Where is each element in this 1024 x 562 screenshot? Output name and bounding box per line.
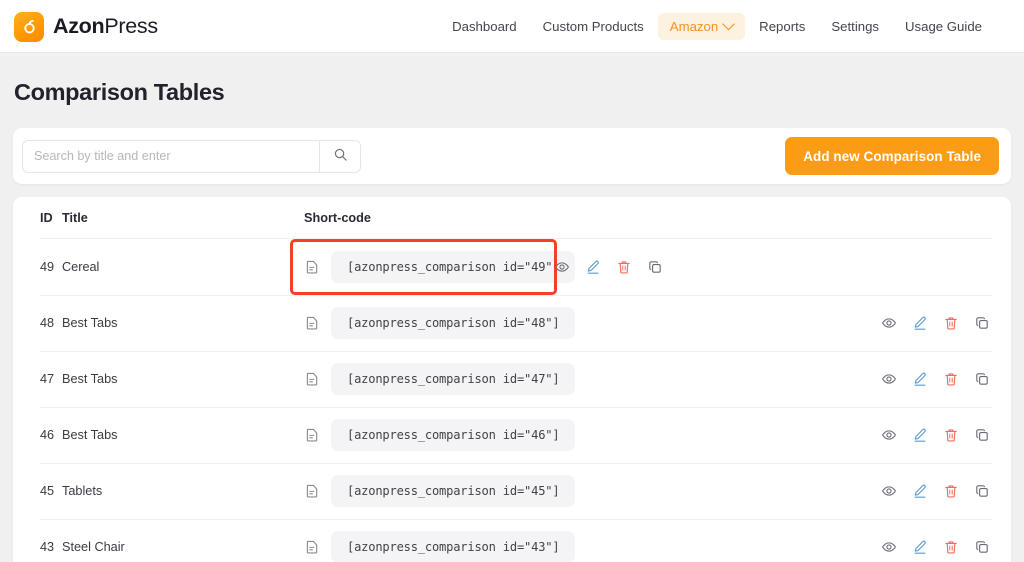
row-shortcode[interactable]: [azonpress_comparison id="48"] bbox=[331, 307, 576, 339]
edit-pencil-icon[interactable] bbox=[912, 371, 928, 387]
row-title: Best Tabs bbox=[62, 372, 118, 386]
row-actions bbox=[881, 371, 993, 387]
search-box bbox=[22, 139, 361, 173]
edit-pencil-icon[interactable] bbox=[912, 539, 928, 555]
copy-document-icon[interactable] bbox=[304, 315, 320, 331]
row-shortcode-cell: [azonpress_comparison id="48"] bbox=[304, 307, 881, 339]
table-row-43[interactable]: 43 Steel Chair [azonpress_comparison id=… bbox=[13, 519, 1011, 562]
column-header-shortcode: Short-code bbox=[304, 211, 371, 225]
row-id: 46 bbox=[40, 428, 55, 442]
row-actions bbox=[881, 315, 993, 331]
main-nav: Dashboard Custom Products Amazon Reports… bbox=[440, 12, 994, 41]
nav-item-usage-guide[interactable]: Usage Guide bbox=[893, 13, 994, 40]
row-title: Steel Chair bbox=[62, 540, 125, 554]
table-body: 49 Cereal [azonpress_comparison id="49"] bbox=[13, 239, 1011, 562]
edit-pencil-icon[interactable] bbox=[912, 483, 928, 499]
row-shortcode-cell: [azonpress_comparison id="46"] bbox=[304, 419, 881, 451]
brand-name: AzonPress bbox=[53, 14, 158, 39]
row-shortcode[interactable]: [azonpress_comparison id="45"] bbox=[331, 475, 576, 507]
row-id: 45 bbox=[40, 484, 55, 498]
table-row-48[interactable]: 48 Best Tabs [azonpress_comparison id="4… bbox=[13, 295, 1011, 351]
copy-document-icon[interactable] bbox=[304, 259, 320, 275]
row-actions bbox=[881, 539, 993, 555]
row-actions bbox=[554, 259, 666, 275]
table-header-row: ID Title Short-code bbox=[13, 197, 1011, 239]
chevron-down-icon bbox=[722, 17, 736, 31]
row-id: 47 bbox=[40, 372, 55, 386]
toolbar: Add new Comparison Table bbox=[13, 128, 1011, 184]
duplicate-icon[interactable] bbox=[974, 371, 990, 387]
nav-item-dashboard[interactable]: Dashboard bbox=[440, 13, 529, 40]
copy-document-icon[interactable] bbox=[304, 539, 320, 555]
preview-eye-icon[interactable] bbox=[881, 371, 897, 387]
duplicate-icon[interactable] bbox=[974, 427, 990, 443]
add-new-comparison-table-button[interactable]: Add new Comparison Table bbox=[785, 137, 999, 175]
delete-trash-icon[interactable] bbox=[943, 371, 959, 387]
column-header-id: ID bbox=[40, 211, 53, 225]
duplicate-icon[interactable] bbox=[974, 483, 990, 499]
row-shortcode-cell: [azonpress_comparison id="43"] bbox=[304, 531, 881, 562]
row-shortcode[interactable]: [azonpress_comparison id="47"] bbox=[331, 363, 576, 395]
row-shortcode[interactable]: [azonpress_comparison id="43"] bbox=[331, 531, 576, 562]
nav-item-reports[interactable]: Reports bbox=[747, 13, 817, 40]
row-id: 48 bbox=[40, 316, 55, 330]
nav-item-amazon-label: Amazon bbox=[669, 18, 719, 34]
top-navigation-bar: AzonPress Dashboard Custom Products Amaz… bbox=[0, 0, 1024, 53]
column-header-title: Title bbox=[62, 211, 88, 225]
row-title: Cereal bbox=[62, 260, 100, 274]
page-header: Comparison Tables bbox=[0, 53, 1024, 128]
nav-item-amazon[interactable]: Amazon bbox=[657, 12, 746, 41]
copy-document-icon[interactable] bbox=[304, 427, 320, 443]
nav-item-custom-products[interactable]: Custom Products bbox=[531, 13, 656, 40]
row-actions bbox=[881, 483, 993, 499]
edit-pencil-icon[interactable] bbox=[585, 259, 601, 275]
nav-item-settings[interactable]: Settings bbox=[819, 13, 891, 40]
row-title: Best Tabs bbox=[62, 316, 118, 330]
preview-eye-icon[interactable] bbox=[881, 539, 897, 555]
delete-trash-icon[interactable] bbox=[943, 315, 959, 331]
row-shortcode[interactable]: [azonpress_comparison id="49"] bbox=[331, 251, 576, 283]
row-title: Tablets bbox=[62, 484, 103, 498]
duplicate-icon[interactable] bbox=[974, 539, 990, 555]
preview-eye-icon[interactable] bbox=[881, 427, 897, 443]
row-title: Best Tabs bbox=[62, 428, 118, 442]
comparison-tables-list: ID Title Short-code 49 Cereal [azonpress… bbox=[13, 197, 1011, 562]
row-shortcode-cell: [azonpress_comparison id="47"] bbox=[304, 363, 881, 395]
table-row-49[interactable]: 49 Cereal [azonpress_comparison id="49"] bbox=[13, 239, 1011, 295]
page-title: Comparison Tables bbox=[14, 79, 225, 105]
row-shortcode-cell: [azonpress_comparison id="45"] bbox=[304, 475, 881, 507]
table-row-46[interactable]: 46 Best Tabs [azonpress_comparison id="4… bbox=[13, 407, 1011, 463]
search-input[interactable] bbox=[23, 140, 319, 172]
search-button[interactable] bbox=[319, 140, 360, 172]
edit-pencil-icon[interactable] bbox=[912, 315, 928, 331]
row-shortcode[interactable]: [azonpress_comparison id="46"] bbox=[331, 419, 576, 451]
row-shortcode-cell: [azonpress_comparison id="49"] bbox=[290, 239, 576, 295]
delete-trash-icon[interactable] bbox=[943, 539, 959, 555]
table-row-47[interactable]: 47 Best Tabs [azonpress_comparison id="4… bbox=[13, 351, 1011, 407]
copy-document-icon[interactable] bbox=[304, 371, 320, 387]
search-icon bbox=[333, 147, 348, 165]
edit-pencil-icon[interactable] bbox=[912, 427, 928, 443]
row-id: 49 bbox=[40, 260, 55, 274]
preview-eye-icon[interactable] bbox=[554, 259, 570, 275]
delete-trash-icon[interactable] bbox=[943, 483, 959, 499]
brand-name-bold: Azon bbox=[53, 14, 105, 38]
preview-eye-icon[interactable] bbox=[881, 483, 897, 499]
copy-document-icon[interactable] bbox=[304, 483, 320, 499]
row-actions bbox=[881, 427, 993, 443]
brand-name-light: Press bbox=[104, 14, 158, 38]
azonpress-logo-icon bbox=[14, 11, 44, 42]
row-id: 43 bbox=[40, 540, 55, 554]
delete-trash-icon[interactable] bbox=[616, 259, 632, 275]
delete-trash-icon[interactable] bbox=[943, 427, 959, 443]
brand-logo[interactable]: AzonPress bbox=[14, 11, 158, 42]
preview-eye-icon[interactable] bbox=[881, 315, 897, 331]
table-row-45[interactable]: 45 Tablets [azonpress_comparison id="45"… bbox=[13, 463, 1011, 519]
duplicate-icon[interactable] bbox=[974, 315, 990, 331]
duplicate-icon[interactable] bbox=[647, 259, 663, 275]
